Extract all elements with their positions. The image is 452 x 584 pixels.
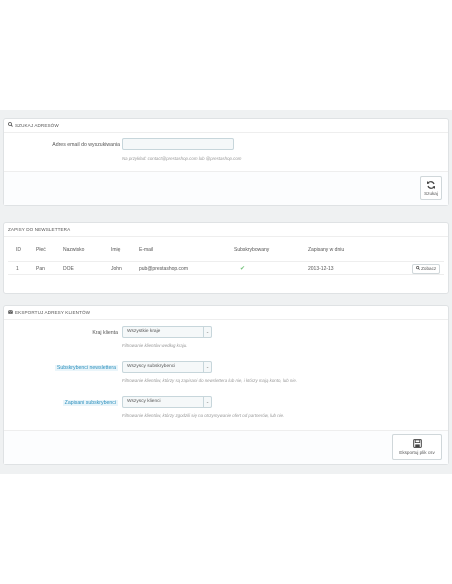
- optin-select[interactable]: Wszyscy klienci ⌄: [122, 396, 212, 408]
- country-label: Kraj klienta: [92, 330, 118, 336]
- newsletter-panel-title: Zapisy do newslettera: [8, 227, 71, 232]
- subscribers-label: Subskrybenci newslettera: [54, 365, 118, 371]
- col-id: ID: [16, 247, 21, 253]
- country-select[interactable]: Wszystkie kraje ⌄: [122, 326, 212, 338]
- chevron-down-icon: ⌄: [203, 397, 211, 407]
- envelope-icon: [8, 306, 13, 320]
- view-button[interactable]: Zobacz: [412, 264, 440, 274]
- table-row: 1 Pan DOE John pub@prestashop.com ✔ 2013…: [8, 261, 444, 275]
- newsletter-panel: Zapisy do newslettera ID Płeć Nazwisko I…: [3, 222, 449, 294]
- col-firstname: Imię: [111, 247, 121, 253]
- search-panel-heading: Szukaj adresów: [4, 119, 448, 133]
- export-panel: Eksportuj adresy klientów Kraj klienta W…: [3, 305, 449, 465]
- row-id: 1: [16, 266, 19, 272]
- newsletter-panel-heading: Zapisy do newslettera: [4, 223, 448, 237]
- search-icon: [8, 119, 13, 133]
- row-firstname: John: [111, 266, 122, 272]
- search-panel: Szukaj adresów Adres email do wyszukiwan…: [3, 118, 449, 206]
- export-panel-footer: Eksportuj plik csv: [4, 430, 448, 464]
- view-button-label: Zobacz: [421, 266, 437, 271]
- export-panel-title: Eksportuj adresy klientów: [15, 310, 91, 316]
- row-date: 2013-12-13: [308, 266, 334, 272]
- col-subscribed: Subskrybowany: [234, 247, 270, 253]
- search-panel-title: Szukaj adresów: [15, 123, 59, 129]
- export-csv-label: Eksportuj plik csv: [399, 450, 435, 455]
- chevron-down-icon: ⌄: [203, 327, 211, 337]
- refresh-icon: [421, 180, 441, 191]
- subscribers-select[interactable]: Wszyscy subskrybenci ⌄: [122, 361, 212, 373]
- check-icon: ✔: [240, 266, 246, 272]
- email-search-help: Na przykład: contact@prestashop.com lub …: [122, 156, 242, 161]
- newsletter-table-header: ID Płeć Nazwisko Imię E-mail Subskrybowa…: [8, 243, 444, 257]
- row-gender: Pan: [36, 266, 45, 272]
- search-button[interactable]: Szukaj: [420, 176, 442, 200]
- country-help: Filtrowanie klientów według kraju.: [122, 343, 188, 348]
- email-search-input[interactable]: [122, 138, 234, 150]
- row-email: pub@prestashop.com: [139, 266, 188, 272]
- optin-label: Zapisani subskrybenci: [62, 400, 118, 406]
- col-gender: Płeć: [36, 247, 46, 253]
- col-email: E-mail: [139, 247, 154, 253]
- country-select-value: Wszystkie kraje: [127, 329, 161, 334]
- chevron-down-icon: ⌄: [203, 362, 211, 372]
- export-csv-button[interactable]: Eksportuj plik csv: [392, 434, 442, 460]
- optin-select-value: Wszyscy klienci: [127, 399, 161, 404]
- search-button-label: Szukaj: [424, 191, 438, 196]
- subscribers-help: Filtrowanie klientów, którzy są zapisani…: [122, 378, 297, 383]
- col-date: Zapisany w dniu: [308, 247, 345, 253]
- row-lastname: DOE: [63, 266, 74, 272]
- optin-help: Filtrowanie klientów, którzy zgodzili si…: [122, 413, 285, 418]
- search-panel-footer: Szukaj: [4, 171, 448, 205]
- save-icon: [393, 439, 441, 449]
- email-search-label: Adres email do wyszukiwania: [52, 142, 120, 148]
- export-panel-heading: Eksportuj adresy klientów: [4, 306, 448, 320]
- col-lastname: Nazwisko: [63, 247, 85, 253]
- subscribers-select-value: Wszyscy subskrybenci: [127, 364, 176, 369]
